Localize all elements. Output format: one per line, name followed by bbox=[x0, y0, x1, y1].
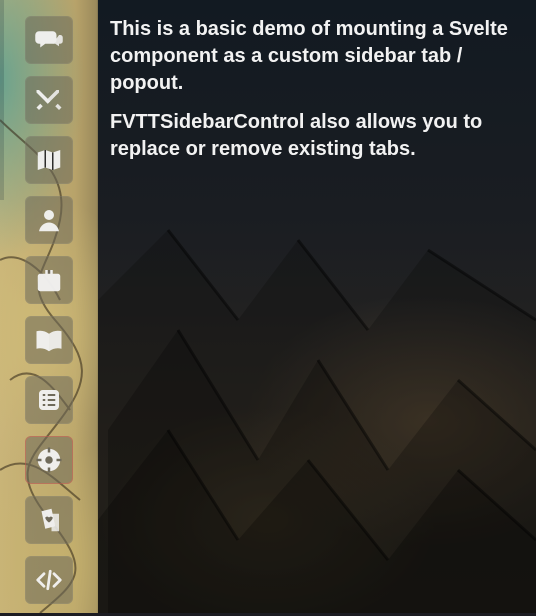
tab-scenes[interactable] bbox=[25, 136, 73, 184]
map-icon bbox=[37, 150, 61, 170]
user-icon bbox=[39, 210, 59, 232]
tab-journal[interactable] bbox=[25, 316, 73, 364]
compass-icon bbox=[36, 447, 62, 473]
paragraph-intro: This is a basic demo of mounting a Svelt… bbox=[110, 18, 508, 94]
tab-combat[interactable] bbox=[25, 76, 73, 124]
tab-tables[interactable] bbox=[25, 376, 73, 424]
tab-chat[interactable] bbox=[25, 16, 73, 64]
crossed-swords-icon bbox=[36, 90, 62, 110]
list-icon bbox=[39, 390, 59, 410]
book-open-icon bbox=[36, 330, 62, 352]
sidebar-tabs bbox=[25, 16, 75, 616]
cards-icon bbox=[41, 508, 59, 532]
suitcase-icon bbox=[37, 270, 61, 292]
demo-description: This is a basic demo of mounting a Svelt… bbox=[110, 16, 520, 175]
tab-actors[interactable] bbox=[25, 196, 73, 244]
chat-icon bbox=[35, 31, 63, 48]
tab-cards[interactable] bbox=[25, 496, 73, 544]
tab-playlists[interactable] bbox=[25, 436, 73, 484]
tab-items[interactable] bbox=[25, 256, 73, 304]
paragraph-details: FVTTSidebarControl also allows you to re… bbox=[110, 111, 483, 160]
tab-code[interactable] bbox=[25, 556, 73, 604]
code-icon bbox=[36, 569, 62, 591]
